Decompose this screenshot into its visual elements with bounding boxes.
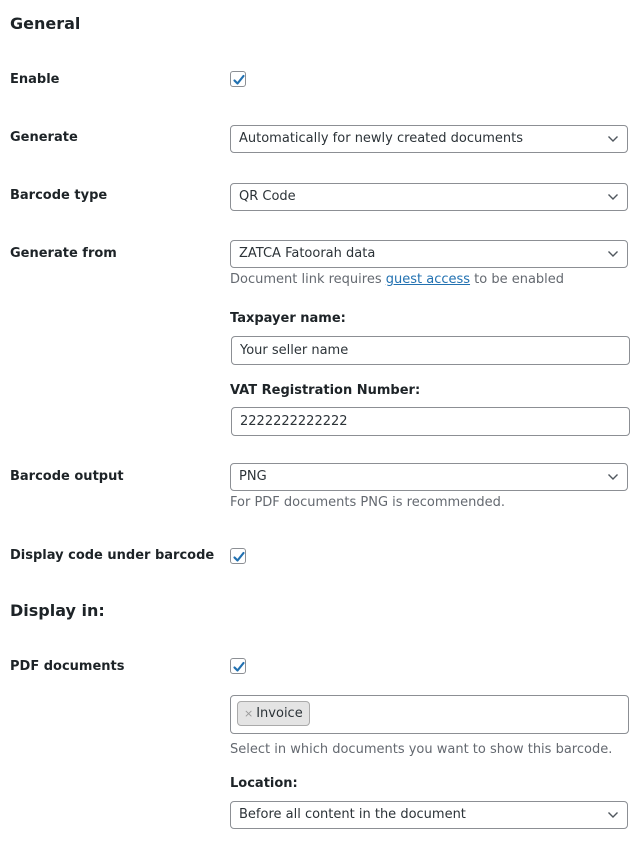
display-code-checkbox[interactable] (230, 548, 246, 564)
vat-number-input[interactable]: 2222222222222 (231, 407, 630, 436)
generate-from-select[interactable]: ZATCA Fatoorah data (230, 240, 628, 268)
location-label: Location: (230, 776, 298, 791)
generate-from-description: Document link requires guest access to b… (230, 271, 564, 289)
location-select-value: Before all content in the document (239, 807, 466, 822)
generate-from-label: Generate from (10, 246, 117, 261)
vat-number-label: VAT Registration Number: (230, 383, 421, 398)
chevron-down-icon (608, 194, 618, 200)
barcode-output-label: Barcode output (10, 469, 124, 484)
barcode-type-select[interactable]: QR Code (230, 183, 628, 211)
pdf-documents-description: Select in which documents you want to sh… (230, 742, 613, 757)
chevron-down-icon (608, 812, 618, 818)
taxpayer-name-label: Taxpayer name: (230, 311, 346, 326)
barcode-output-select-value: PNG (239, 469, 267, 484)
chevron-down-icon (608, 474, 618, 480)
generate-select[interactable]: Automatically for newly created document… (230, 125, 628, 153)
remove-tag-icon[interactable]: × (244, 707, 253, 720)
description-text: Document link requires (230, 272, 386, 287)
tag-label: Invoice (256, 706, 303, 721)
barcode-settings-page: General Enable Generate Automatically fo… (0, 0, 643, 845)
section-heading-display-in: Display in: (10, 601, 105, 620)
enable-checkbox[interactable] (230, 71, 246, 87)
selected-tag-invoice: × Invoice (237, 701, 310, 726)
description-text: to be enabled (470, 272, 565, 287)
generate-from-select-value: ZATCA Fatoorah data (239, 246, 376, 261)
chevron-down-icon (608, 136, 618, 142)
barcode-type-select-value: QR Code (239, 189, 296, 204)
guest-access-link[interactable]: guest access (386, 272, 470, 287)
checkmark-icon (233, 661, 245, 672)
barcode-output-select[interactable]: PNG (230, 463, 628, 491)
enable-label: Enable (10, 72, 60, 87)
barcode-type-label: Barcode type (10, 188, 108, 203)
checkmark-icon (233, 551, 245, 562)
generate-label: Generate (10, 130, 78, 145)
pdf-documents-multiselect[interactable]: × Invoice (230, 695, 629, 734)
generate-select-value: Automatically for newly created document… (239, 131, 524, 146)
section-heading-general: General (10, 14, 81, 33)
checkmark-icon (233, 74, 245, 85)
barcode-output-description: For PDF documents PNG is recommended. (230, 495, 506, 510)
chevron-down-icon (608, 251, 618, 257)
pdf-documents-checkbox[interactable] (230, 658, 246, 674)
location-select[interactable]: Before all content in the document (230, 801, 628, 829)
pdf-documents-label: PDF documents (10, 659, 125, 674)
taxpayer-name-input[interactable]: Your seller name (231, 336, 630, 365)
display-code-label: Display code under barcode (10, 548, 215, 563)
